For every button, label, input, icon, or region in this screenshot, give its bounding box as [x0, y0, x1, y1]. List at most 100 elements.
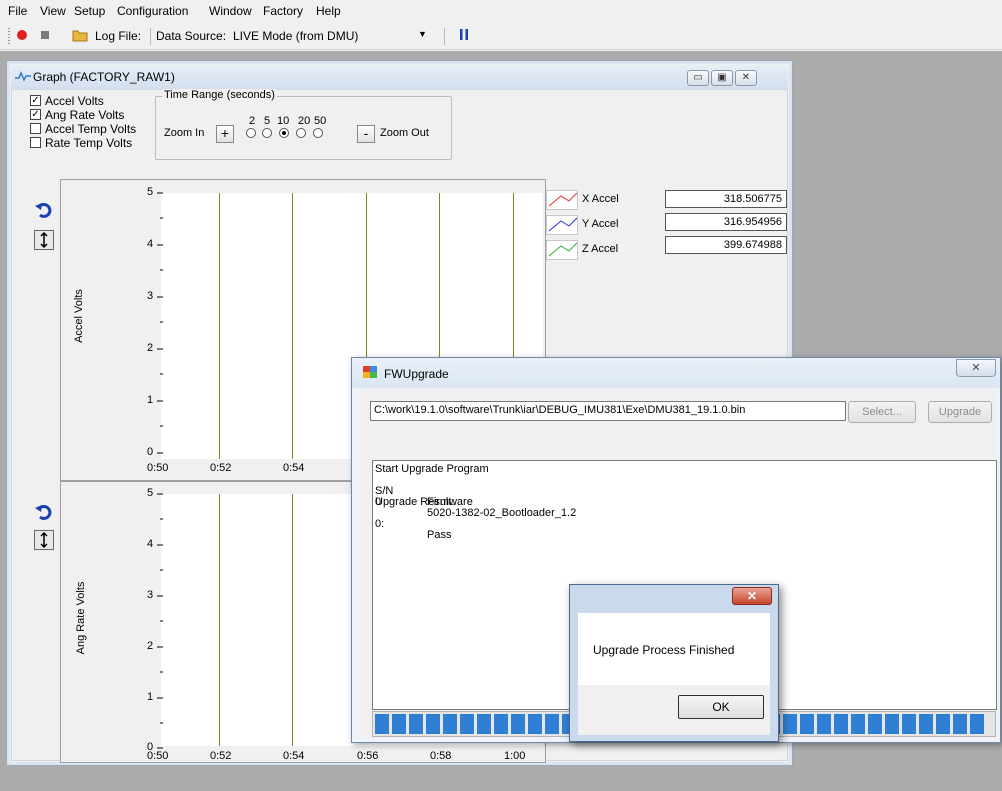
- data-source-select[interactable]: LIVE Mode (from DMU) ▼: [230, 26, 429, 45]
- log-sn: 0: [375, 496, 382, 508]
- y-axis-label: Accel Volts: [73, 289, 85, 343]
- zoom-in-button[interactable]: +: [216, 125, 234, 143]
- fwupgrade-app-icon: [362, 365, 378, 379]
- y-tick-label: 4: [147, 538, 154, 550]
- close-button[interactable]: ✕: [956, 359, 996, 377]
- checkbox-box[interactable]: ✓: [30, 95, 41, 106]
- minimize-button[interactable]: ▭: [687, 70, 709, 86]
- close-button[interactable]: ✕: [735, 70, 757, 86]
- radio-10[interactable]: [279, 128, 289, 138]
- z-accel-value: 399.674988: [665, 236, 787, 254]
- y-axis-ticks: [157, 192, 163, 454]
- radio-50[interactable]: [313, 128, 323, 138]
- checkbox-label: Ang Rate Volts: [45, 108, 125, 122]
- fwupgrade-title: FWUpgrade: [384, 367, 449, 381]
- progress-segment: [426, 714, 440, 734]
- radio-20[interactable]: [296, 128, 306, 138]
- menu-help[interactable]: Help: [316, 4, 341, 18]
- menu-configuration[interactable]: Configuration: [117, 4, 188, 18]
- progress-segment: [970, 714, 984, 734]
- checkbox-label: Accel Volts: [45, 94, 104, 108]
- pause-icon[interactable]: [460, 29, 468, 40]
- graph-title-bar[interactable]: Graph (FACTORY_RAW1) ▭ ▣ ✕: [11, 65, 788, 89]
- y-tick-label: 3: [147, 290, 154, 302]
- menu-window[interactable]: Window: [209, 4, 252, 18]
- radio-label-10: 10: [277, 115, 290, 127]
- progress-segment: [392, 714, 406, 734]
- data-source-label: Data Source:: [156, 29, 227, 43]
- progress-segment: [851, 714, 865, 734]
- ok-button[interactable]: OK: [678, 695, 764, 719]
- progress-segment: [545, 714, 559, 734]
- progress-segment: [528, 714, 542, 734]
- autoscale-icon[interactable]: [34, 230, 54, 250]
- reset-icon[interactable]: [34, 502, 54, 522]
- progress-segment: [834, 714, 848, 734]
- x-tick-label: 1:00: [504, 750, 526, 762]
- x-tick-label: 0:54: [283, 750, 305, 762]
- checkbox-accel-volts[interactable]: ✓ Accel Volts: [30, 94, 150, 108]
- y-tick-label: 3: [147, 589, 154, 601]
- menu-view[interactable]: View: [40, 4, 66, 18]
- progress-segment: [409, 714, 423, 734]
- log-result-row: 0: Pass: [375, 508, 994, 541]
- checkbox-box[interactable]: ✓: [30, 109, 41, 120]
- autoscale-icon[interactable]: [34, 530, 54, 550]
- message-box-footer: OK: [578, 685, 770, 735]
- toolbar-grip: [8, 28, 10, 45]
- legend-swatch: [546, 215, 578, 235]
- firmware-path-field[interactable]: C:\work\19.1.0\software\Trunk\iar\DEBUG_…: [370, 401, 846, 421]
- folder-icon[interactable]: [72, 28, 88, 42]
- y-tick-label: 1: [147, 691, 154, 703]
- x-tick-label: 0:52: [210, 462, 232, 474]
- checkbox-box[interactable]: [30, 123, 41, 134]
- reset-icon[interactable]: [34, 200, 54, 220]
- time-range-title: Time Range (seconds): [162, 89, 277, 101]
- grid-line: [292, 193, 293, 459]
- legend-label: X Accel: [582, 193, 619, 205]
- stop-icon[interactable]: [41, 31, 49, 39]
- radio-5[interactable]: [262, 128, 272, 138]
- progress-segment: [783, 714, 797, 734]
- progress-segment: [800, 714, 814, 734]
- y-tick-label: 2: [147, 640, 154, 652]
- upgrade-button[interactable]: Upgrade: [928, 401, 992, 423]
- checkbox-rate-temp-volts[interactable]: Rate Temp Volts: [30, 136, 150, 150]
- y-accel-value: 316.954956: [665, 213, 787, 231]
- legend-label: Z Accel: [582, 243, 619, 255]
- zoom-out-button[interactable]: -: [357, 125, 375, 143]
- menu-file[interactable]: File: [8, 4, 27, 18]
- legend-swatch: [546, 190, 578, 210]
- graph-window-title: Graph (FACTORY_RAW1): [33, 70, 175, 84]
- radio-label-2: 2: [249, 115, 256, 127]
- x-tick-label: 0:58: [430, 750, 452, 762]
- log-result: Pass: [427, 529, 452, 541]
- radio-2[interactable]: [246, 128, 256, 138]
- progress-segment: [460, 714, 474, 734]
- progress-segment: [919, 714, 933, 734]
- log-file-label[interactable]: Log File:: [95, 29, 141, 43]
- record-icon[interactable]: [17, 30, 27, 40]
- progress-segment: [817, 714, 831, 734]
- menu-factory[interactable]: Factory: [263, 4, 303, 18]
- progress-segment: [494, 714, 508, 734]
- close-button[interactable]: ✕: [732, 587, 772, 605]
- legend-label: Y Accel: [582, 218, 619, 230]
- checkbox-accel-temp-volts[interactable]: Accel Temp Volts: [30, 122, 150, 136]
- progress-segment: [885, 714, 899, 734]
- progress-segment: [902, 714, 916, 734]
- checkbox-ang-rate-volts[interactable]: ✓ Ang Rate Volts: [30, 108, 150, 122]
- y-tick-label: 0: [147, 446, 154, 458]
- x-accel-value: 318.506775: [665, 190, 787, 208]
- fwupgrade-title-bar[interactable]: FWUpgrade ✕: [352, 358, 1000, 388]
- maximize-button[interactable]: ▣: [711, 70, 733, 86]
- progress-segment: [443, 714, 457, 734]
- select-button[interactable]: Select...: [848, 401, 916, 423]
- checkbox-box[interactable]: [30, 137, 41, 148]
- log-line: Start Upgrade Program: [375, 463, 489, 475]
- progress-segment: [953, 714, 967, 734]
- x-tick-label: 0:56: [357, 750, 379, 762]
- message-box: ✕ Upgrade Process Finished OK: [569, 584, 779, 742]
- y-tick-label: 5: [147, 487, 154, 499]
- menu-setup[interactable]: Setup: [74, 4, 105, 18]
